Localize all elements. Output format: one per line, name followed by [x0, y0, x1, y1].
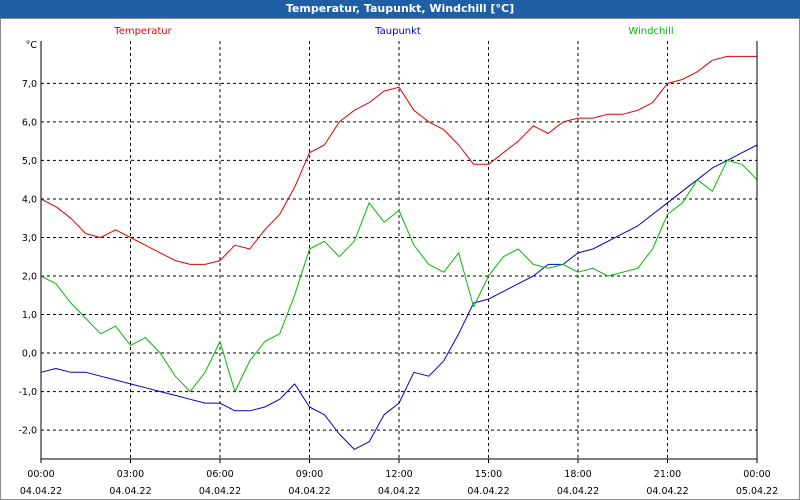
y-tick-label: 2,0	[22, 272, 37, 283]
y-tick-label: 1,0	[22, 310, 37, 321]
x-tick-time: 12:00	[385, 469, 412, 480]
y-axis-unit: °C	[26, 40, 38, 51]
x-tick-date: 04.04.22	[378, 486, 420, 497]
x-tick-time: 06:00	[206, 469, 233, 480]
x-tick-date: 05.04.22	[736, 486, 778, 497]
x-tick-time: 03:00	[117, 469, 144, 480]
legend-entry-temperatur: Temperatur	[113, 26, 172, 37]
y-tick-label: 4,0	[22, 194, 37, 205]
y-tick-label: 7,0	[22, 79, 37, 90]
legend: Temperatur Taupunkt Windchill	[113, 26, 673, 37]
x-tick-date: 04.04.22	[20, 486, 62, 497]
y-tick-label: 5,0	[22, 156, 37, 167]
y-tick-label: 3,0	[22, 233, 37, 244]
y-tick-label: 6,0	[22, 117, 37, 128]
x-tick-date: 04.04.22	[646, 486, 688, 497]
legend-entry-taupunkt: Taupunkt	[374, 26, 421, 37]
x-tick-date: 04.04.22	[199, 486, 241, 497]
x-tick-time: 18:00	[564, 469, 591, 480]
chart-frame: 7,0 6,0 5,0 4,0 3,0 2,0 1,0 0,0 -1,0 -2,0 00:00 04.…	[0, 18, 800, 500]
x-tick-time: 09:00	[296, 469, 323, 480]
legend-entry-windchill: Windchill	[628, 26, 673, 37]
y-tick-label: -2,0	[18, 426, 37, 437]
y-tick-label: 0,0	[22, 349, 37, 360]
y-tick-label: -1,0	[18, 387, 37, 398]
chart-title: Temperatur, Taupunkt, Windchill [°C]	[0, 0, 800, 18]
x-tick-date: 04.04.22	[109, 486, 151, 497]
x-tick-date: 04.04.22	[288, 486, 330, 497]
x-tick-time: 00:00	[27, 469, 54, 480]
x-tick-time: 21:00	[654, 469, 681, 480]
x-tick-time: 00:00	[743, 469, 770, 480]
x-tick-date: 04.04.22	[467, 486, 509, 497]
x-tick-time: 15:00	[475, 469, 502, 480]
x-tick-date: 04.04.22	[557, 486, 599, 497]
line-chart: 7,0 6,0 5,0 4,0 3,0 2,0 1,0 0,0 -1,0 -2,0 00:00 04.…	[18, 26, 778, 497]
